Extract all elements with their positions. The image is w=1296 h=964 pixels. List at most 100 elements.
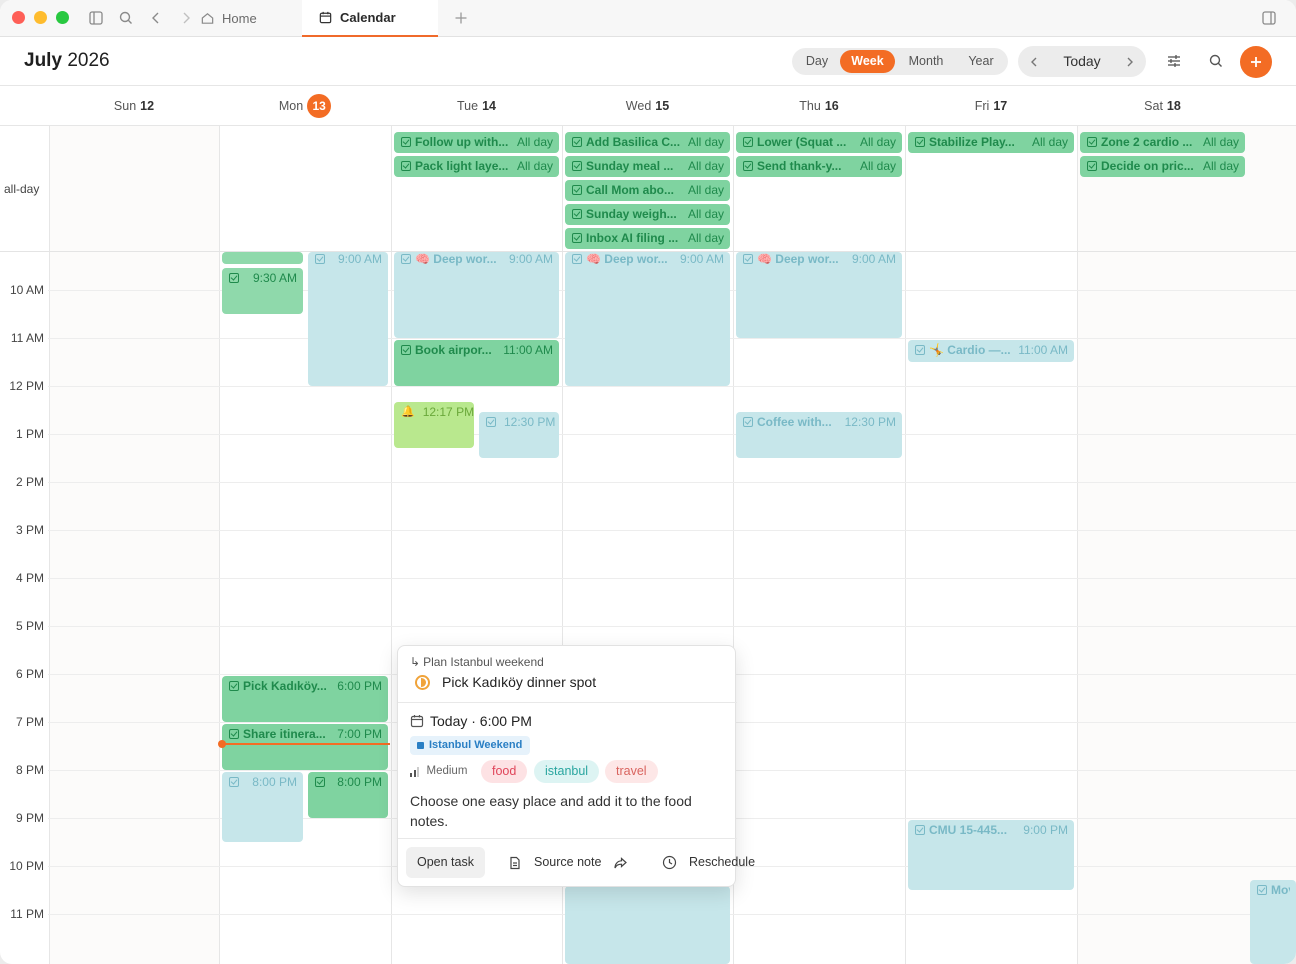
tab-calendar[interactable]: Calendar — [302, 0, 438, 37]
next-week-button[interactable] — [1116, 46, 1144, 77]
reschedule-button[interactable]: Reschedule — [662, 847, 755, 878]
calendar-event[interactable]: 🧠 Deep wor... 9:00 AM — [736, 252, 902, 338]
all-day-event[interactable]: Call Mom abo... All day — [565, 180, 730, 201]
view-day-button[interactable]: Day — [796, 50, 838, 73]
day-name: Thu — [799, 99, 821, 113]
clock-icon — [662, 855, 677, 870]
tag-istanbul[interactable]: istanbul — [534, 760, 600, 783]
tag-food[interactable]: food — [481, 760, 528, 783]
filter-settings-icon[interactable] — [1165, 52, 1183, 70]
sidebar-toggle-icon[interactable] — [87, 9, 105, 27]
checkbox-icon — [229, 729, 239, 739]
all-day-event[interactable]: Decide on pric... All day — [1080, 156, 1245, 177]
day-header-tue[interactable]: Tue 14 — [391, 86, 562, 126]
new-tab-icon[interactable] — [452, 9, 470, 27]
minimize-window-button[interactable] — [34, 11, 47, 24]
task-event[interactable]: 9:30 AM — [222, 268, 303, 314]
tab-home[interactable]: Home — [200, 0, 300, 37]
close-window-button[interactable] — [12, 11, 25, 24]
checkbox-icon — [743, 137, 753, 147]
search-icon[interactable] — [1207, 52, 1225, 70]
checkbox-icon — [229, 273, 239, 283]
calendar-event[interactable]: 🧠 Deep wor... 9:00 AM — [394, 252, 559, 338]
day-header-wed[interactable]: Wed 15 — [562, 86, 733, 126]
today-button[interactable]: Today — [1054, 46, 1110, 77]
all-day-event[interactable]: Inbox AI filing ... All day — [565, 228, 730, 249]
day-header-mon[interactable]: Mon 13 — [219, 86, 391, 126]
hour-line — [48, 386, 1296, 387]
hour-label: 3 PM — [15, 523, 44, 537]
calendar-event[interactable]: 🧠 Deep wor... 9:00 AM — [565, 252, 730, 386]
source-note-button[interactable]: Source note — [508, 847, 628, 878]
reminder-event[interactable]: 🔔 12:17 PM — [394, 402, 474, 448]
calendar-icon — [410, 714, 424, 728]
tab-calendar-label: Calendar — [340, 10, 396, 25]
task-popover: ↳ Plan Istanbul weekend Pick Kadıköy dinn… — [397, 645, 755, 887]
priority[interactable]: Medium — [410, 765, 467, 777]
project-badge[interactable]: Istanbul Weekend — [410, 736, 531, 755]
checkbox-icon — [743, 254, 753, 264]
plus-icon — [1251, 57, 1261, 67]
right-panel-toggle-icon[interactable] — [1260, 9, 1278, 27]
calendar-icon — [319, 11, 332, 24]
forward-icon[interactable] — [177, 9, 195, 27]
task-event[interactable]: Share itinera... 7:00 PM — [222, 724, 388, 770]
all-day-event[interactable]: Add Basilica C... All day — [565, 132, 730, 153]
calendar-event[interactable]: 12:30 PM — [479, 412, 559, 458]
day-header-sat[interactable]: Sat 18 — [1077, 86, 1248, 126]
all-day-event[interactable]: Zone 2 cardio ... All day — [1080, 132, 1245, 153]
all-day-event[interactable]: Send thank-y... All day — [736, 156, 902, 177]
day-header-fri[interactable]: Fri 17 — [905, 86, 1077, 126]
day-number: 17 — [993, 99, 1008, 113]
search-icon[interactable] — [117, 9, 135, 27]
progress-ring-icon[interactable] — [415, 675, 430, 690]
calendar-event[interactable]: 🤸 Cardio —... 11:00 AM — [908, 340, 1074, 362]
day-header-sun[interactable]: Sun 12 — [49, 86, 219, 126]
app-window: Home Calendar July 2026 Day Week Month Y… — [0, 0, 1296, 964]
all-day-event[interactable]: Sunday meal ... All day — [565, 156, 730, 177]
calendar-event[interactable] — [565, 886, 730, 964]
calendar-event[interactable]: Mov — [1250, 880, 1296, 964]
all-day-event[interactable]: Stabilize Play... All day — [908, 132, 1074, 153]
previous-week-button[interactable] — [1020, 46, 1048, 77]
calendar-event[interactable]: 9:00 AM — [308, 252, 388, 386]
hour-line — [48, 626, 1296, 627]
open-task-button[interactable]: Open task — [406, 847, 485, 878]
task-event[interactable]: Book airpor... 11:00 AM — [394, 340, 559, 386]
hour-label: 10 AM — [9, 283, 44, 297]
day-number: 16 — [824, 99, 839, 113]
today-date-badge: 13 — [307, 94, 332, 118]
tag-travel[interactable]: travel — [605, 760, 658, 783]
month-label: July — [24, 50, 63, 71]
day-number: 14 — [482, 99, 496, 113]
hour-label: 8 PM — [15, 763, 44, 777]
hour-line — [48, 578, 1296, 579]
view-year-button[interactable]: Year — [958, 50, 1004, 73]
all-day-event[interactable]: Sunday weigh... All day — [565, 204, 730, 225]
all-day-event[interactable]: Pack light laye... All day — [394, 156, 559, 177]
divider — [398, 702, 737, 703]
checkbox-icon — [572, 233, 582, 243]
checkbox-icon — [229, 777, 239, 787]
checkbox-icon — [915, 825, 925, 835]
calendar-event[interactable]: 8:00 PM — [222, 772, 303, 842]
view-month-button[interactable]: Month — [898, 50, 954, 73]
view-week-button[interactable]: Week — [840, 50, 895, 73]
task-event[interactable]: 8:00 PM — [308, 772, 388, 818]
task-datetime[interactable]: Today · 6:00 PM — [430, 713, 532, 729]
event-block[interactable] — [222, 252, 303, 264]
parent-task[interactable]: ↳ Plan Istanbul weekend — [410, 655, 544, 669]
task-event-selected[interactable]: Pick Kadıköy... 6:00 PM — [222, 676, 388, 722]
all-day-event[interactable]: Follow up with... All day — [394, 132, 559, 153]
add-event-button[interactable] — [1240, 46, 1272, 78]
checkbox-icon — [401, 254, 411, 264]
day-name: Tue — [457, 99, 479, 113]
checkbox-icon — [572, 161, 582, 171]
all-day-event[interactable]: Lower (Squat ... All day — [736, 132, 902, 153]
zoom-window-button[interactable] — [56, 11, 69, 24]
calendar-event[interactable]: CMU 15-445... 9:00 PM — [908, 820, 1074, 890]
calendar-event[interactable]: Coffee with... 12:30 PM — [736, 412, 902, 458]
back-icon[interactable] — [147, 9, 165, 27]
day-header-thu[interactable]: Thu 16 — [733, 86, 905, 126]
current-time-dot — [218, 740, 226, 748]
